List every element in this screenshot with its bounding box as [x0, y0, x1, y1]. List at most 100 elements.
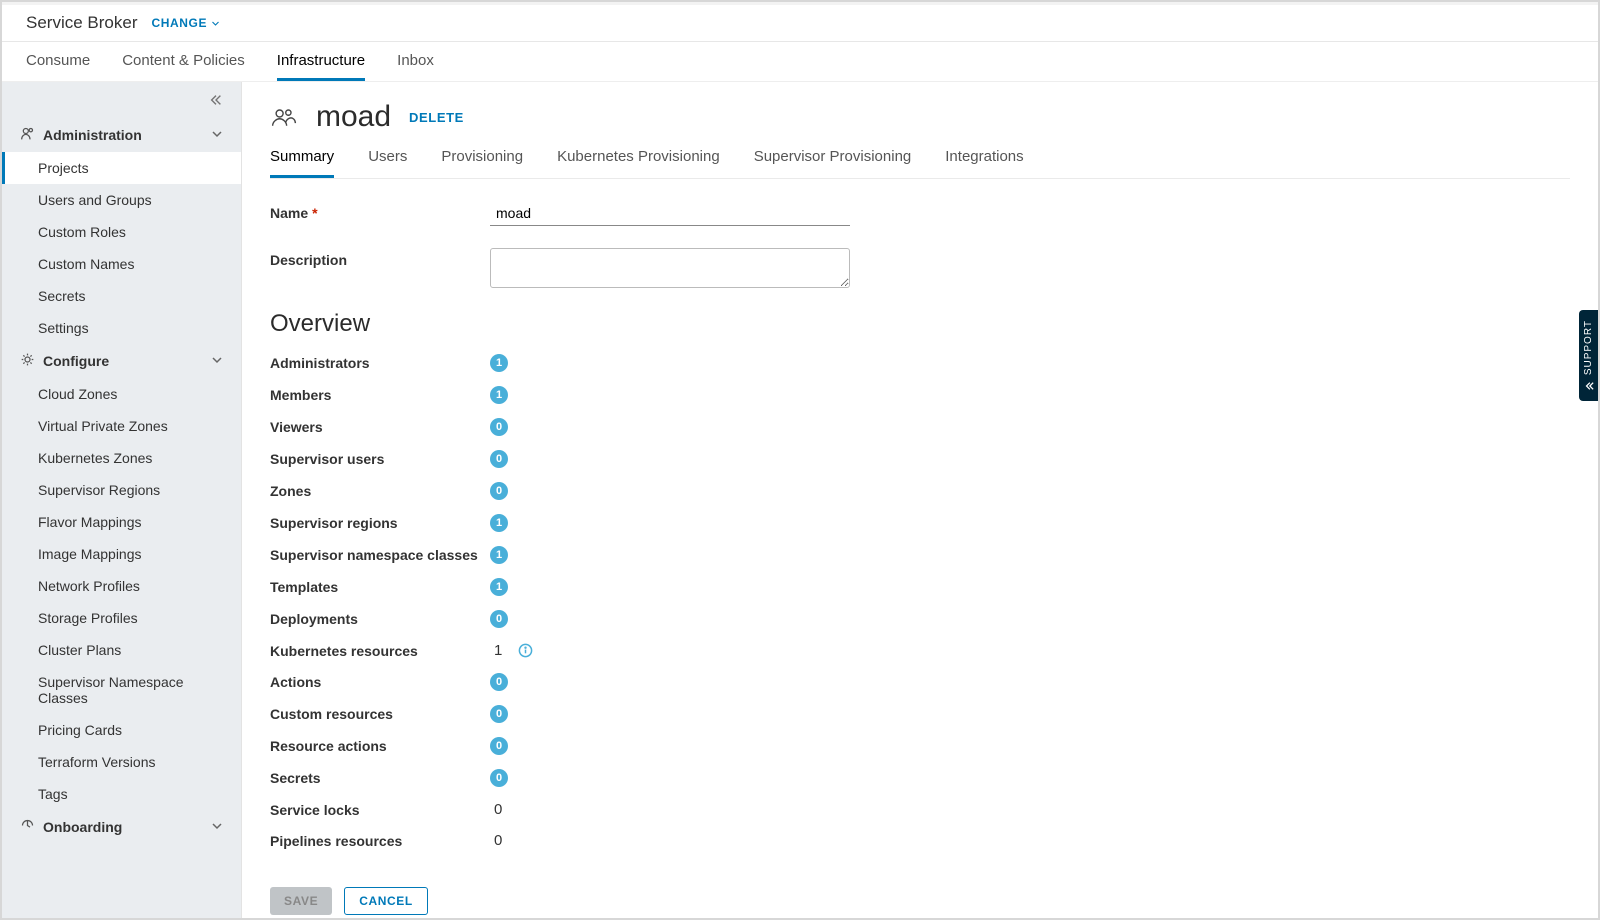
double-chevron-left-icon: [1584, 381, 1594, 391]
sidebar-item-kubernetes-zones[interactable]: Kubernetes Zones: [2, 442, 241, 474]
change-app-link[interactable]: CHANGE: [151, 16, 220, 30]
sidebar-section-head-onboarding[interactable]: Onboarding: [2, 810, 241, 844]
sidebar-item-virtual-private-zones[interactable]: Virtual Private Zones: [2, 410, 241, 442]
chevron-down-icon: [211, 127, 223, 143]
delete-button[interactable]: DELETE: [409, 110, 464, 125]
overview-label: Resource actions: [270, 738, 490, 754]
sidebar-item-projects[interactable]: Projects: [2, 152, 241, 184]
sidebar-item-pricing-cards[interactable]: Pricing Cards: [2, 714, 241, 746]
required-asterisk: *: [312, 205, 317, 221]
overview-label: Pipelines resources: [270, 833, 490, 849]
main-tab-inbox[interactable]: Inbox: [397, 42, 434, 81]
overview-row-kubernetes-resources: Kubernetes resources1: [270, 642, 1570, 659]
overview-label: Administrators: [270, 355, 490, 371]
sidebar-section-head-configure[interactable]: Configure: [2, 344, 241, 378]
count-badge[interactable]: 1: [490, 514, 508, 532]
sidebar-item-custom-names[interactable]: Custom Names: [2, 248, 241, 280]
sub-tab-summary[interactable]: Summary: [270, 148, 334, 178]
sidebar: AdministrationProjectsUsers and GroupsCu…: [2, 82, 242, 918]
sidebar-item-terraform-versions[interactable]: Terraform Versions: [2, 746, 241, 778]
sub-tab-integrations[interactable]: Integrations: [945, 148, 1023, 178]
count-badge[interactable]: 0: [490, 705, 508, 723]
overview-list: Administrators1Members1Viewers0Superviso…: [270, 354, 1570, 849]
overview-label: Supervisor namespace classes: [270, 547, 490, 563]
overview-label: Kubernetes resources: [270, 643, 490, 659]
description-field-row: Description: [270, 248, 1570, 288]
sidebar-item-cluster-plans[interactable]: Cluster Plans: [2, 634, 241, 666]
overview-title: Overview: [270, 310, 1570, 338]
overview-row-administrators: Administrators1: [270, 354, 1570, 372]
sidebar-item-supervisor-regions[interactable]: Supervisor Regions: [2, 474, 241, 506]
count-badge[interactable]: 0: [490, 769, 508, 787]
overview-label: Supervisor regions: [270, 515, 490, 531]
sub-tab-kubernetes-provisioning[interactable]: Kubernetes Provisioning: [557, 148, 720, 178]
count-badge[interactable]: 0: [490, 482, 508, 500]
overview-row-pipelines-resources: Pipelines resources0: [270, 832, 1570, 849]
overview-row-viewers: Viewers0: [270, 418, 1570, 436]
count-value: 0: [490, 832, 502, 849]
overview-label: Zones: [270, 483, 490, 499]
sidebar-item-users-and-groups[interactable]: Users and Groups: [2, 184, 241, 216]
sub-tab-users[interactable]: Users: [368, 148, 407, 178]
overview-label: Viewers: [270, 419, 490, 435]
main-tab-content-policies[interactable]: Content & Policies: [122, 42, 245, 81]
main-tabs: Consume Content & Policies Infrastructure I…: [2, 42, 1598, 82]
overview-label: Secrets: [270, 770, 490, 786]
count-badge[interactable]: 0: [490, 673, 508, 691]
sidebar-item-storage-profiles[interactable]: Storage Profiles: [2, 602, 241, 634]
sidebar-item-network-profiles[interactable]: Network Profiles: [2, 570, 241, 602]
overview-row-actions: Actions0: [270, 673, 1570, 691]
count-badge[interactable]: 0: [490, 418, 508, 436]
overview-row-templates: Templates1: [270, 578, 1570, 596]
sidebar-item-cloud-zones[interactable]: Cloud Zones: [2, 378, 241, 410]
app-title: Service Broker: [26, 13, 137, 33]
main-tab-infrastructure[interactable]: Infrastructure: [277, 42, 365, 81]
page-header: moad DELETE: [270, 100, 1570, 134]
support-tab[interactable]: SUPPORT: [1579, 310, 1598, 401]
count-badge[interactable]: 0: [490, 450, 508, 468]
sidebar-item-image-mappings[interactable]: Image Mappings: [2, 538, 241, 570]
main-tab-consume[interactable]: Consume: [26, 42, 90, 81]
overview-row-secrets: Secrets0: [270, 769, 1570, 787]
overview-label: Deployments: [270, 611, 490, 627]
overview-label: Service locks: [270, 802, 490, 818]
sidebar-item-flavor-mappings[interactable]: Flavor Mappings: [2, 506, 241, 538]
overview-row-resource-actions: Resource actions0: [270, 737, 1570, 755]
sidebar-item-custom-roles[interactable]: Custom Roles: [2, 216, 241, 248]
sidebar-item-tags[interactable]: Tags: [2, 778, 241, 810]
overview-row-custom-resources: Custom resources0: [270, 705, 1570, 723]
sidebar-item-supervisor-namespace-classes[interactable]: Supervisor Namespace Classes: [2, 666, 241, 714]
info-icon[interactable]: [518, 643, 533, 658]
name-input[interactable]: [490, 201, 850, 226]
topbar: Service Broker CHANGE: [2, 2, 1598, 42]
chevron-down-icon: [211, 19, 220, 28]
save-button[interactable]: SAVE: [270, 887, 332, 915]
count-badge[interactable]: 1: [490, 546, 508, 564]
count-badge[interactable]: 1: [490, 386, 508, 404]
cancel-button[interactable]: CANCEL: [344, 887, 428, 915]
overview-label: Supervisor users: [270, 451, 490, 467]
count-badge[interactable]: 0: [490, 737, 508, 755]
sub-tab-supervisor-provisioning[interactable]: Supervisor Provisioning: [754, 148, 912, 178]
name-field-row: Name*: [270, 201, 1570, 226]
admin-icon: [20, 126, 35, 144]
sidebar-item-settings[interactable]: Settings: [2, 312, 241, 344]
sub-tab-provisioning[interactable]: Provisioning: [441, 148, 523, 178]
double-chevron-left-icon: [209, 93, 223, 107]
chevron-down-icon: [211, 353, 223, 369]
count-badge[interactable]: 1: [490, 354, 508, 372]
form-footer: SAVE CANCEL: [270, 863, 1570, 918]
content-area: moad DELETE Summary Users Provisioning Kube…: [242, 82, 1598, 918]
sidebar-item-secrets[interactable]: Secrets: [2, 280, 241, 312]
chevron-down-icon: [211, 819, 223, 835]
overview-row-zones: Zones0: [270, 482, 1570, 500]
sidebar-section-head-administration[interactable]: Administration: [2, 118, 241, 152]
count-value: 0: [490, 801, 502, 818]
overview-row-service-locks: Service locks0: [270, 801, 1570, 818]
sidebar-collapse-button[interactable]: [2, 82, 241, 118]
name-label: Name*: [270, 201, 490, 221]
count-badge[interactable]: 0: [490, 610, 508, 628]
overview-row-supervisor-regions: Supervisor regions1: [270, 514, 1570, 532]
count-badge[interactable]: 1: [490, 578, 508, 596]
description-textarea[interactable]: [490, 248, 850, 288]
